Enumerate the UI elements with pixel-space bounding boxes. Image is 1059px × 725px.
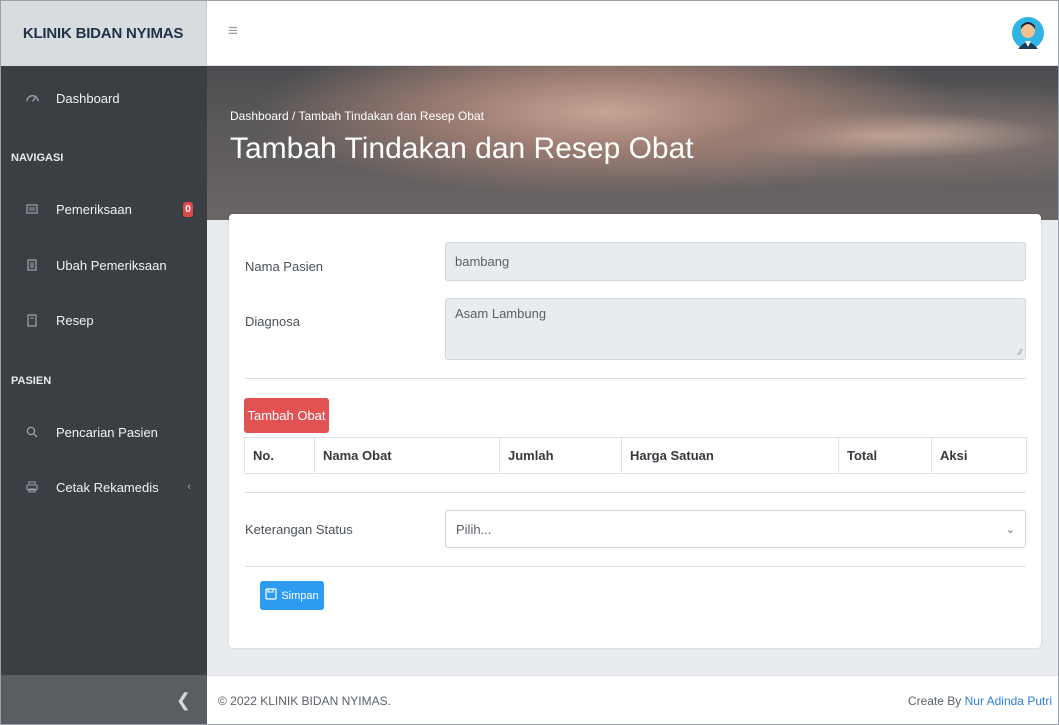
ubah-pemeriksaan-icon	[21, 259, 43, 271]
sidebar-item-label: Pemeriksaan	[56, 201, 132, 217]
credit-link[interactable]: Nur Adinda Putri	[965, 694, 1052, 708]
search-icon	[21, 426, 43, 438]
credit-prefix: Create By	[907, 694, 962, 708]
table-header-row: No. Nama Obat Jumlah Harga Satuan Total …	[244, 437, 1027, 474]
sidebar-item-resep[interactable]: Resep	[0, 300, 207, 340]
chevron-left-icon: ‹	[187, 481, 191, 493]
sidebar-item-ubah-pemeriksaan[interactable]: Ubah Pemeriksaan	[0, 245, 207, 285]
tambah-obat-button[interactable]: Tambah Obat	[244, 398, 329, 433]
sidebar-item-pemeriksaan[interactable]: Pemeriksaan 0	[0, 189, 207, 229]
divider	[245, 378, 1026, 379]
diagnosa-value: Asam Lambung	[455, 306, 547, 321]
divider	[245, 566, 1026, 567]
sidebar-item-pencarian-pasien[interactable]: Pencarian Pasien	[0, 412, 207, 452]
obat-table: No. Nama Obat Jumlah Harga Satuan Total …	[244, 437, 1027, 474]
chevron-down-icon: ⌄	[1005, 523, 1015, 536]
breadcrumb: Dashboard / Tambah Tindakan dan Resep Ob…	[230, 109, 484, 123]
sidebar-item-dashboard[interactable]: Dashboard	[0, 78, 207, 118]
divider	[245, 492, 1026, 493]
footer: © 2022 KLINIK BIDAN NYIMAS. Create By Nu…	[207, 675, 1059, 725]
resize-handle-icon[interactable]: ∕∕	[1019, 347, 1022, 357]
sidebar-item-label: Ubah Pemeriksaan	[56, 257, 167, 273]
form-card: Nama Pasien bambang Diagnosa Asam Lambun…	[229, 214, 1041, 648]
footer-copyright: © 2022 KLINIK BIDAN NYIMAS.	[218, 694, 391, 708]
chevron-left-icon: ❮	[175, 689, 191, 710]
keterangan-status-select[interactable]: Pilih... ⌄	[445, 510, 1026, 548]
page-title: Tambah Tindakan dan Resep Obat	[230, 132, 694, 165]
keterangan-status-label: Keterangan Status	[245, 522, 353, 537]
pemeriksaan-icon	[21, 203, 43, 215]
page-header-banner: Dashboard / Tambah Tindakan dan Resep Ob…	[207, 66, 1059, 220]
sidebar-item-label: Pencarian Pasien	[56, 424, 158, 440]
nama-pasien-field[interactable]: bambang	[445, 242, 1026, 281]
col-aksi: Aksi	[931, 437, 1027, 474]
diagnosa-label: Diagnosa	[245, 314, 300, 329]
col-jumlah: Jumlah	[499, 437, 622, 474]
sidebar-item-label: Resep	[56, 312, 94, 328]
brand-logo[interactable]: KLINIK BIDAN NYIMAS	[0, 0, 207, 66]
hamburger-icon[interactable]: ≡	[228, 21, 238, 41]
select-value: Pilih...	[456, 521, 492, 537]
col-harga-satuan: Harga Satuan	[621, 437, 839, 474]
topbar: ≡	[207, 0, 1059, 66]
notification-badge: 0	[183, 201, 193, 217]
sidebar-collapse-button[interactable]: ❮	[0, 675, 207, 725]
diagnosa-textarea[interactable]: Asam Lambung ∕∕	[445, 298, 1026, 360]
print-icon	[21, 481, 43, 493]
sidebar-item-label: Dashboard	[56, 90, 120, 106]
resep-icon	[21, 313, 43, 327]
dashboard-icon	[21, 92, 43, 105]
col-nama-obat: Nama Obat	[314, 437, 500, 474]
col-total: Total	[838, 437, 932, 474]
sidebar: KLINIK BIDAN NYIMAS Dashboard NAVIGASI P…	[0, 0, 207, 725]
simpan-button[interactable]: Simpan	[260, 581, 324, 610]
sidebar-item-label: Cetak Rekamedis	[56, 479, 159, 495]
nav-section-header: PASIEN	[11, 375, 52, 387]
avatar[interactable]	[1011, 14, 1045, 52]
nama-pasien-label: Nama Pasien	[245, 259, 324, 274]
sidebar-item-cetak-rekamedis[interactable]: Cetak Rekamedis ‹	[0, 467, 207, 507]
col-no: No.	[244, 437, 315, 474]
footer-credit: Create By Nur Adinda Putri	[908, 694, 1052, 708]
simpan-label: Simpan	[281, 589, 319, 602]
nav-section-header: NAVIGASI	[11, 152, 64, 164]
save-icon	[265, 588, 277, 603]
